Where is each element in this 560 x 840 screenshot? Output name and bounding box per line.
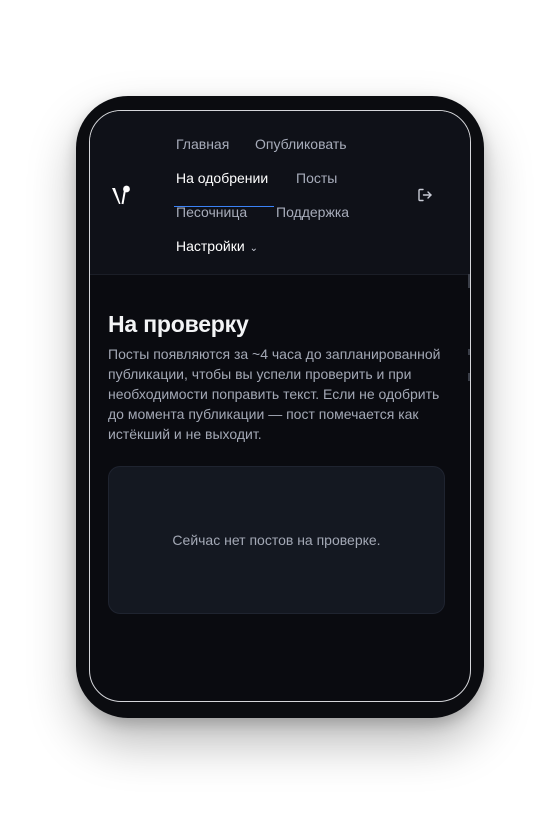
app-screen: Главная Опубликовать На одобрении Посты … [89,110,471,702]
nav-link-home[interactable]: Главная [176,136,229,152]
logout-icon[interactable] [417,187,433,203]
nav-link-support[interactable]: Поддержка [276,204,349,220]
nav-settings-label: Настройки [176,238,245,254]
page-description: Посты появляются за ~4 часа до запланиро… [108,346,441,442]
brand-logo[interactable] [110,181,136,209]
nav-link-publish[interactable]: Опубликовать [255,136,347,152]
top-navigation: Главная Опубликовать На одобрении Посты … [90,111,470,275]
nav-link-sandbox[interactable]: Песочница [176,204,247,220]
scroll-edge-mark [468,349,470,355]
page-title: На проверку [108,311,249,337]
empty-state-message: Сейчас нет постов на проверке. [172,532,381,548]
nav-link-posts[interactable]: Посты [296,170,337,186]
nav-settings-dropdown[interactable]: Настройки ⌄ [176,238,258,254]
nav-link-approval[interactable]: На одобрении [176,170,268,186]
scroll-edge-mark [468,274,470,288]
empty-state-card: Сейчас нет постов на проверке. [108,466,445,614]
scroll-edge-mark [468,373,470,381]
chevron-down-icon: ⌄ [249,243,259,254]
main-content: На проверку Посты появляются за ~4 часа … [108,310,454,444]
